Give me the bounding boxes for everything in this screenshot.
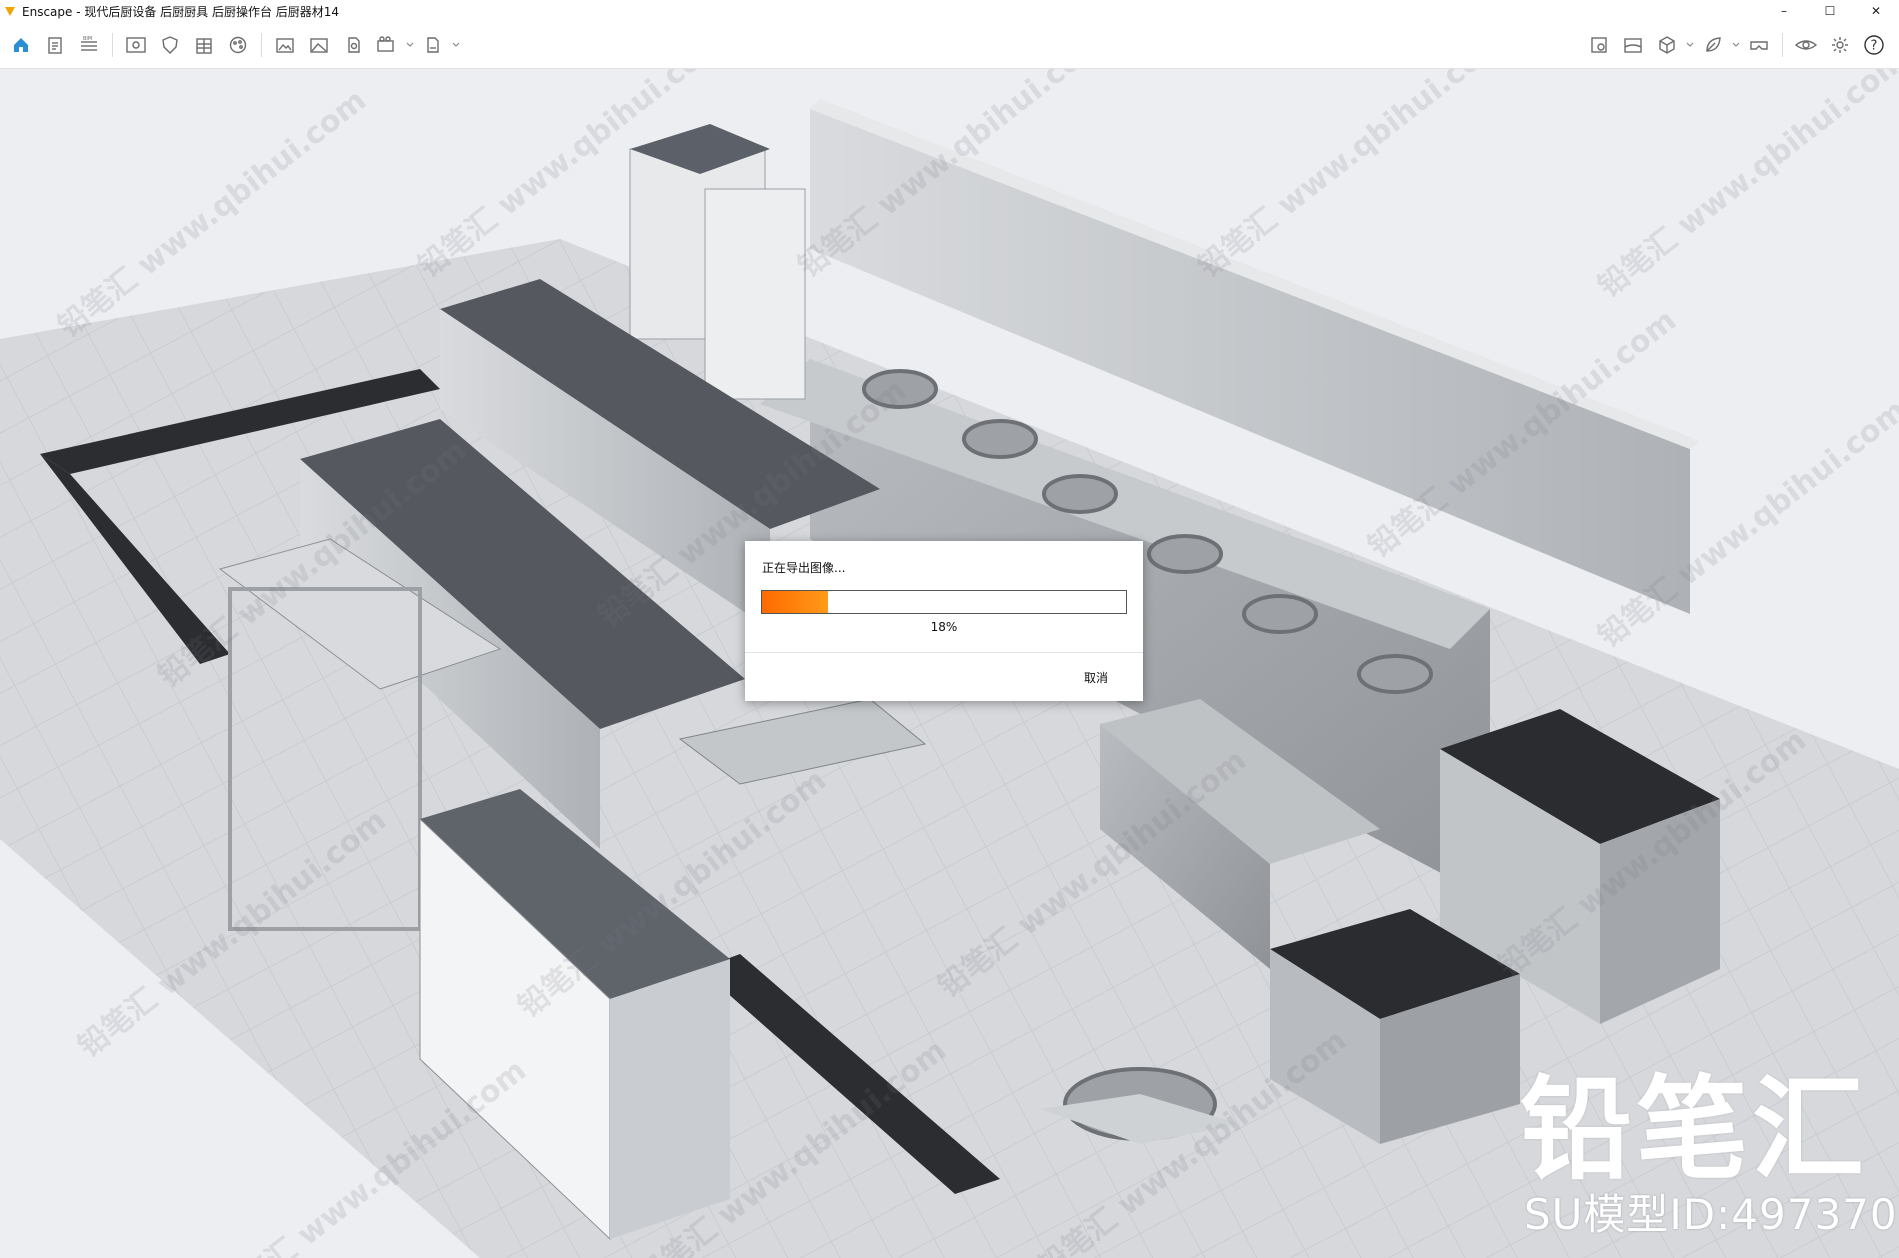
building-icon[interactable]	[187, 30, 221, 60]
maximize-button[interactable]: ☐	[1807, 0, 1853, 22]
chevron-down-icon[interactable]	[450, 30, 462, 60]
bim-list-icon[interactable]: BIM	[72, 30, 106, 60]
shield-icon[interactable]	[153, 30, 187, 60]
export-icon[interactable]	[416, 30, 450, 60]
cancel-button[interactable]: 取消	[1072, 666, 1120, 688]
leaf-icon[interactable]	[1696, 30, 1730, 60]
brand-logo-text: 铅笔汇	[1520, 1065, 1868, 1195]
progress-bar-fill	[762, 591, 828, 613]
sky-icon[interactable]	[1616, 30, 1650, 60]
chevron-down-icon[interactable]	[1730, 30, 1742, 60]
chevron-down-icon[interactable]	[404, 30, 416, 60]
chevron-down-icon[interactable]	[1684, 30, 1696, 60]
panorama-icon[interactable]	[336, 30, 370, 60]
window-title: Enscape - 现代后厨设备 后厨厨具 后厨操作台 后厨器材14	[22, 4, 340, 19]
vr-icon[interactable]	[1742, 30, 1776, 60]
toolbar-separator	[261, 33, 262, 57]
svg-text:BIM: BIM	[83, 36, 92, 42]
palette-icon[interactable]	[221, 30, 255, 60]
export-progress-dialog: 正在导出图像... 18% 取消	[745, 541, 1143, 701]
progress-percentage: 18%	[930, 620, 958, 634]
image-icon[interactable]	[302, 30, 336, 60]
screenshot-icon[interactable]	[268, 30, 302, 60]
model-id-text: SU模型ID:497370	[1524, 1190, 1898, 1239]
clipboard-icon[interactable]	[38, 30, 72, 60]
toolbar: BIM ?	[0, 22, 1899, 84]
settings-icon[interactable]	[1823, 30, 1857, 60]
dialog-title: 正在导出图像...	[762, 561, 846, 575]
map-icon[interactable]	[1582, 30, 1616, 60]
toolbar-separator	[1782, 33, 1783, 57]
svg-text:?: ?	[1871, 39, 1878, 54]
cube-icon[interactable]	[1650, 30, 1684, 60]
view-icon[interactable]	[119, 30, 153, 60]
eye-icon[interactable]	[1789, 30, 1823, 60]
video-icon[interactable]	[370, 30, 404, 60]
dialog-divider	[745, 652, 1143, 653]
enscape-logo-icon	[4, 5, 16, 17]
minimize-button[interactable]: –	[1761, 0, 1807, 22]
progress-bar	[761, 590, 1127, 614]
title-bar: Enscape - 现代后厨设备 后厨厨具 后厨操作台 后厨器材14 – ☐ ✕	[0, 0, 1899, 22]
close-button[interactable]: ✕	[1853, 0, 1899, 22]
help-icon[interactable]: ?	[1857, 30, 1891, 60]
home-icon[interactable]	[4, 30, 38, 60]
toolbar-separator	[112, 33, 113, 57]
